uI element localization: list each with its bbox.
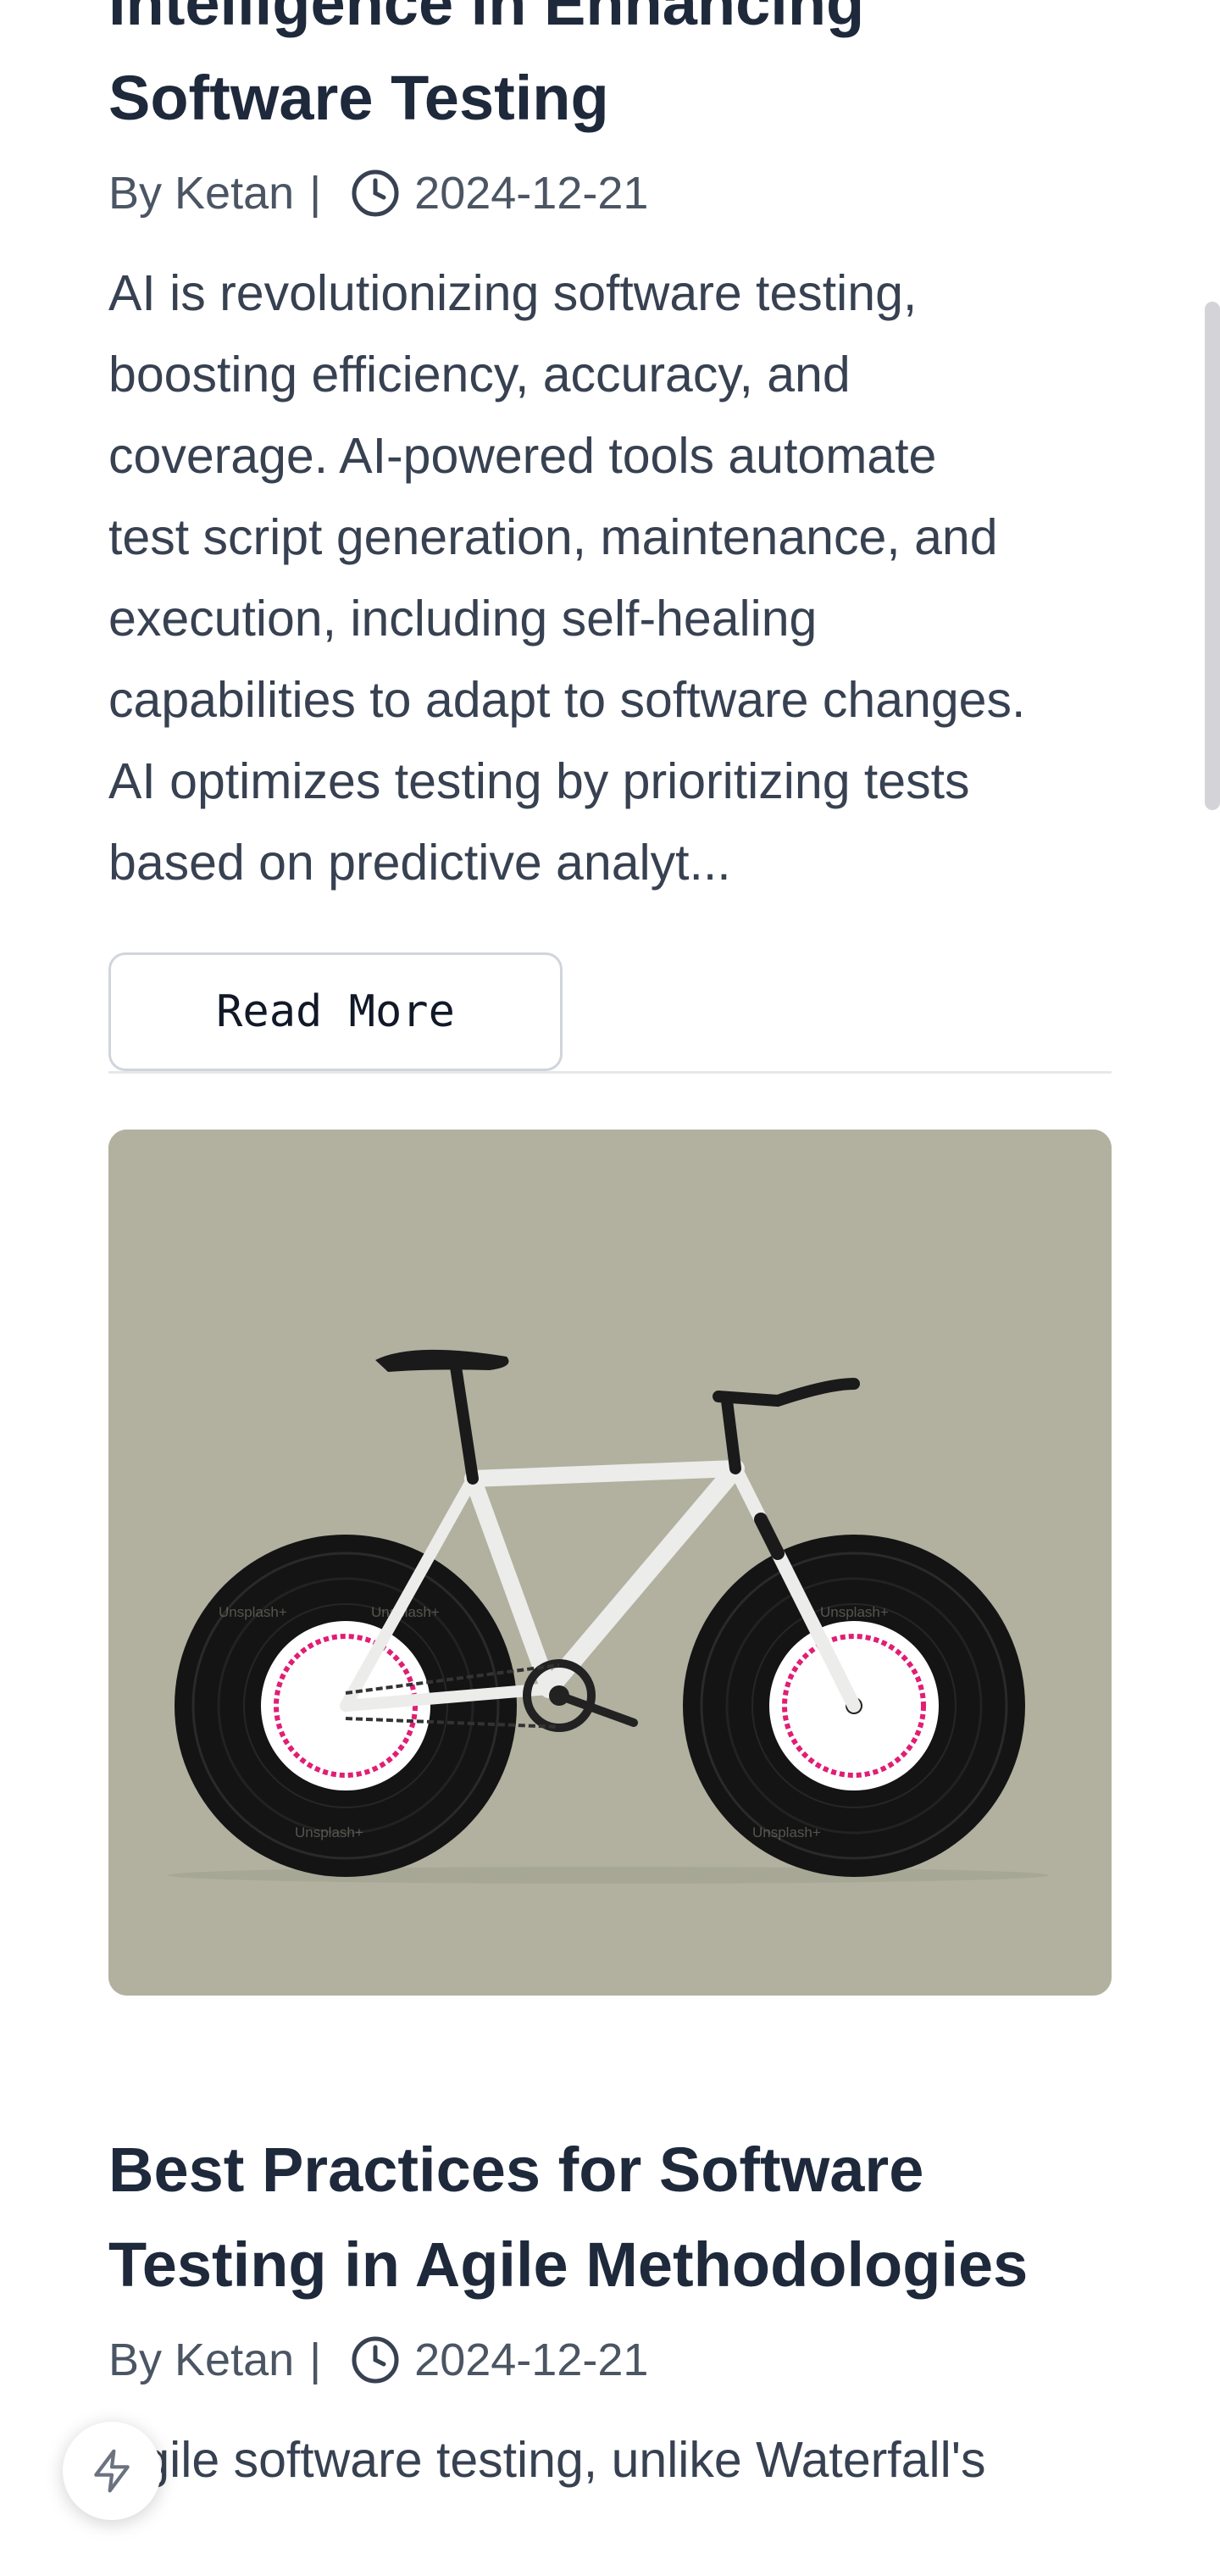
post-excerpt: Agile software testing, unlike Waterfall… [108, 2419, 1112, 2501]
read-more-button[interactable]: Read More [108, 952, 563, 1071]
meta-separator: | [309, 168, 322, 219]
meta-separator: | [309, 2334, 322, 2385]
excerpt-line: test script generation, maintenance, and [108, 509, 998, 565]
post-divider [108, 1071, 1112, 1074]
floating-action-button[interactable] [63, 2422, 161, 2520]
watermark: Unsplash+ [752, 1824, 821, 1840]
post-title[interactable]: Intelligence in Enhancing Software Testi… [108, 0, 1112, 146]
scrollbar-thumb[interactable] [1205, 302, 1220, 810]
post-title[interactable]: Best Practices for Software Testing in A… [108, 2123, 1112, 2312]
watermark: Unsplash+ [219, 1604, 287, 1620]
excerpt-line: boosting efficiency, accuracy, and [108, 347, 851, 402]
post-title-line: Software Testing [108, 63, 609, 133]
lightning-icon [88, 2447, 136, 2495]
watermark: Unsplash+ [295, 1824, 363, 1840]
post-title-line: Intelligence in Enhancing [108, 0, 865, 38]
post-date: 2024-12-21 [414, 168, 649, 219]
bicycle-illustration: Unsplash+ Unsplash+ Unsplash+ Unsplash+ … [108, 1130, 1112, 1996]
excerpt-line: AI optimizes testing by prioritizing tes… [108, 753, 970, 809]
excerpt-line: AI is revolutionizing software testing, [108, 265, 918, 321]
post-title-line: Testing in Agile Methodologies [108, 2229, 1029, 2300]
excerpt-line: Agile software testing, unlike Waterfall… [108, 2432, 986, 2488]
post-date: 2024-12-21 [414, 2334, 649, 2385]
post-image[interactable]: Unsplash+ Unsplash+ Unsplash+ Unsplash+ … [108, 1130, 1112, 1996]
excerpt-line: coverage. AI-powered tools automate [108, 428, 937, 484]
blog-post-list: Intelligence in Enhancing Software Testi… [108, 0, 1112, 2501]
blog-post: Unsplash+ Unsplash+ Unsplash+ Unsplash+ … [108, 1130, 1112, 2501]
post-title-line: Best Practices for Software [108, 2135, 924, 2205]
post-meta: By Ketan | 2024-12-21 [108, 163, 1112, 224]
excerpt-line: capabilities to adapt to software change… [108, 672, 1026, 728]
watermark: Unsplash+ [820, 1604, 889, 1620]
post-author: By Ketan [108, 2334, 295, 2385]
post-author: By Ketan [108, 168, 295, 219]
excerpt-line: based on predictive analyt... [108, 835, 731, 891]
post-excerpt: AI is revolutionizing software testing, … [108, 253, 1112, 903]
clock-icon [350, 2334, 414, 2385]
clock-icon [350, 168, 414, 219]
excerpt-line: execution, including self-healing [108, 591, 818, 647]
post-meta: By Ketan | 2024-12-21 [108, 2329, 1112, 2390]
blog-post: Intelligence in Enhancing Software Testi… [108, 0, 1112, 1074]
